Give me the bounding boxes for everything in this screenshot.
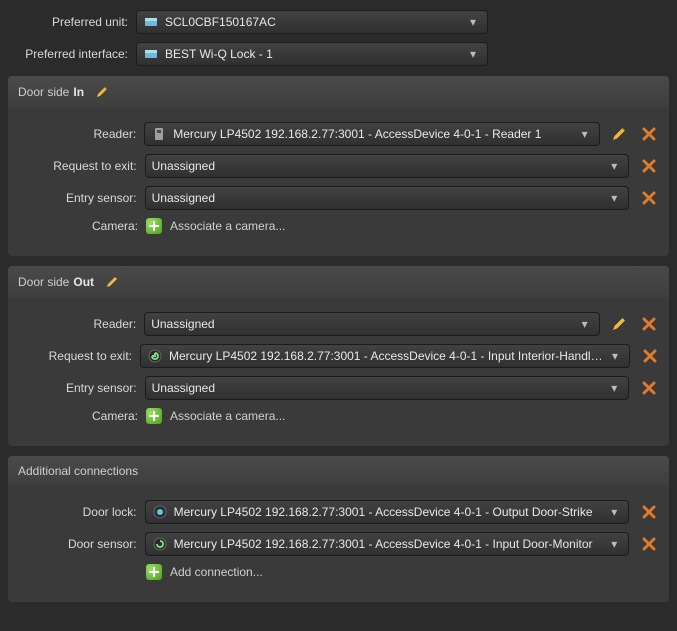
door-lock-label: Door lock:: [18, 505, 145, 519]
door-sensor-label: Door sensor:: [18, 537, 145, 551]
add-connection-text: Add connection...: [170, 565, 263, 579]
chevron-down-icon: ▾: [607, 349, 623, 363]
camera-label: Camera:: [18, 409, 146, 423]
door-in-header-side: In: [73, 85, 84, 99]
door-out-header-side: Out: [73, 275, 94, 289]
door-in-reader-value: Mercury LP4502 192.168.2.77:3001 - Acces…: [173, 127, 576, 141]
add-connection-button[interactable]: Add connection...: [146, 564, 263, 580]
associate-camera-text: Associate a camera...: [170, 219, 285, 233]
preferred-interface-value: BEST Wi-Q Lock - 1: [165, 47, 465, 61]
door-out-header-prefix: Door side: [18, 275, 69, 289]
additional-header: Additional connections: [8, 456, 669, 486]
door-out-reader-dropdown[interactable]: Unassigned ▾: [144, 312, 599, 336]
associate-camera-text: Associate a camera...: [170, 409, 285, 423]
rex-label: Request to exit:: [18, 159, 145, 173]
reader-icon: [151, 126, 167, 142]
door-in-header: Door side In: [8, 76, 669, 108]
door-out-sensor-value: Unassigned: [152, 381, 607, 395]
reader-label: Reader:: [18, 127, 144, 141]
chevron-down-icon: ▾: [465, 47, 481, 61]
door-out-reader-value: Unassigned: [151, 317, 576, 331]
delete-icon[interactable]: [639, 156, 659, 176]
door-out-rex-dropdown[interactable]: Mercury LP4502 192.168.2.77:3001 - Acces…: [140, 344, 630, 368]
door-side-in-panel: Door side In Reader: Mercury LP4502 192.…: [8, 76, 669, 256]
delete-icon[interactable]: [639, 314, 659, 334]
reader-label: Reader:: [18, 317, 144, 331]
door-in-header-prefix: Door side: [18, 85, 69, 99]
delete-icon[interactable]: [639, 124, 659, 144]
edit-icon[interactable]: [102, 272, 122, 292]
door-in-sensor-dropdown[interactable]: Unassigned ▾: [145, 186, 630, 210]
associate-camera-button[interactable]: Associate a camera...: [146, 218, 285, 234]
plus-icon: [146, 408, 162, 424]
plus-icon: [146, 564, 162, 580]
chevron-down-icon: ▾: [577, 317, 593, 331]
preferred-interface-dropdown[interactable]: BEST Wi-Q Lock - 1 ▾: [136, 42, 488, 66]
preferred-unit-label: Preferred unit:: [8, 15, 136, 29]
camera-label: Camera:: [18, 219, 146, 233]
additional-connections-panel: Additional connections Door lock: Mercur…: [8, 456, 669, 602]
chevron-down-icon: ▾: [606, 191, 622, 205]
chevron-down-icon: ▾: [606, 159, 622, 173]
associate-camera-button[interactable]: Associate a camera...: [146, 408, 285, 424]
entry-sensor-label: Entry sensor:: [18, 191, 145, 205]
chevron-down-icon: ▾: [606, 381, 622, 395]
rex-label: Request to exit:: [18, 349, 140, 363]
edit-icon[interactable]: [610, 314, 630, 334]
chevron-down-icon: ▾: [606, 505, 622, 519]
door-out-header: Door side Out: [8, 266, 669, 298]
door-side-out-panel: Door side Out Reader: Unassigned ▾ Reque…: [8, 266, 669, 446]
delete-icon[interactable]: [639, 502, 659, 522]
input-icon: [147, 348, 163, 364]
output-icon: [152, 504, 168, 520]
input-icon: [152, 536, 168, 552]
door-sensor-value: Mercury LP4502 192.168.2.77:3001 - Acces…: [174, 537, 607, 551]
delete-icon[interactable]: [639, 534, 659, 554]
door-in-rex-value: Unassigned: [152, 159, 607, 173]
preferred-interface-label: Preferred interface:: [8, 47, 136, 61]
edit-icon[interactable]: [610, 124, 630, 144]
delete-icon[interactable]: [639, 188, 659, 208]
preferred-unit-value: SCL0CBF150167AC: [165, 15, 465, 29]
door-lock-value: Mercury LP4502 192.168.2.77:3001 - Acces…: [174, 505, 607, 519]
chevron-down-icon: ▾: [577, 127, 593, 141]
chevron-down-icon: ▾: [465, 15, 481, 29]
door-in-reader-dropdown[interactable]: Mercury LP4502 192.168.2.77:3001 - Acces…: [144, 122, 599, 146]
door-out-sensor-dropdown[interactable]: Unassigned ▾: [145, 376, 630, 400]
delete-icon[interactable]: [640, 346, 659, 366]
device-icon: [143, 14, 159, 30]
edit-icon[interactable]: [92, 82, 112, 102]
delete-icon[interactable]: [639, 378, 659, 398]
preferred-unit-dropdown[interactable]: SCL0CBF150167AC ▾: [136, 10, 488, 34]
device-icon: [143, 46, 159, 62]
door-in-rex-dropdown[interactable]: Unassigned ▾: [145, 154, 630, 178]
chevron-down-icon: ▾: [606, 537, 622, 551]
entry-sensor-label: Entry sensor:: [18, 381, 145, 395]
door-lock-dropdown[interactable]: Mercury LP4502 192.168.2.77:3001 - Acces…: [145, 500, 630, 524]
door-sensor-dropdown[interactable]: Mercury LP4502 192.168.2.77:3001 - Acces…: [145, 532, 630, 556]
door-in-sensor-value: Unassigned: [152, 191, 607, 205]
door-out-rex-value: Mercury LP4502 192.168.2.77:3001 - Acces…: [169, 349, 607, 363]
plus-icon: [146, 218, 162, 234]
